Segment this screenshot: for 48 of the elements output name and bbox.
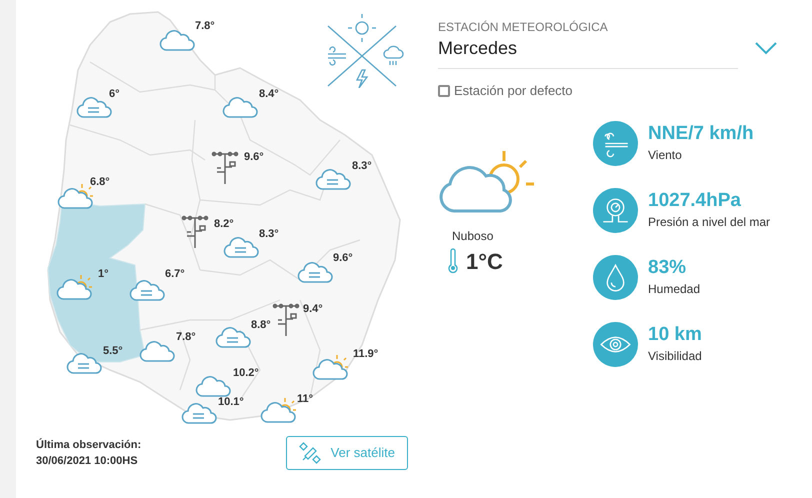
stat-value: 83%: [648, 256, 688, 280]
wind-icon: [593, 120, 638, 166]
station-name[interactable]: Mercedes: [438, 36, 738, 60]
satellite-icon: [298, 442, 321, 464]
stat-label: Presión a nivel del mar: [648, 214, 770, 231]
temperature-label: 7.8°: [176, 332, 196, 343]
water-drop-icon: [593, 254, 638, 300]
temperature-label: 5.5°: [103, 346, 123, 357]
weather-station-icon: [210, 151, 240, 185]
stat-label: Humedad: [648, 281, 700, 298]
temperature-label: 9.4°: [303, 304, 323, 315]
stat-value: 10 km: [648, 323, 702, 347]
temperature-label: 7.8°: [195, 21, 215, 32]
partly-sunny-icon: [259, 396, 297, 424]
temperature-label: 1°: [98, 269, 109, 280]
temperature-label: 8.8°: [251, 320, 271, 331]
temperature-label: 8.4°: [259, 89, 279, 100]
temperature-label: 6.8°: [90, 177, 110, 188]
weather-station-icon: [271, 303, 301, 337]
eye-icon: [593, 322, 638, 366]
observation-time: 30/06/2021 10:00HS: [36, 454, 139, 469]
temperature-label: 9.6°: [333, 253, 353, 264]
gauge-icon: [593, 188, 638, 232]
temperature-label: 10.1°: [218, 397, 244, 408]
stat-value: 1027.4hPa: [648, 189, 742, 213]
partly-sunny-icon: [55, 273, 93, 301]
temperature-label: 6.7°: [165, 269, 185, 280]
condition-label: Nuboso: [452, 228, 494, 244]
temperature-label: 9.6°: [244, 152, 264, 163]
thermometer-icon: [448, 248, 458, 274]
checkbox-label: Estación por defecto: [454, 82, 573, 100]
station-label: ESTACIÓN METEOROLÓGICA: [438, 19, 609, 36]
stat-value: NNE/7 km/h: [648, 122, 754, 146]
stat-label: Viento: [648, 147, 683, 164]
temperature-label: 8.2°: [214, 219, 234, 230]
stat-label: Visibilidad: [648, 348, 702, 365]
temperature-label: 11°: [297, 394, 314, 405]
chevron-down-icon[interactable]: [754, 41, 778, 55]
partly-sunny-icon: [311, 353, 349, 381]
temperature-label: 6°: [109, 89, 120, 100]
temperature-label: 11.9°: [353, 349, 378, 360]
observation-label: Última observación:: [36, 437, 142, 453]
temperature-label: 10.2°: [233, 368, 259, 379]
temperature-label: 8.3°: [352, 161, 372, 172]
temperature-label: 8.3°: [259, 229, 279, 240]
temperature-value: 1°C: [466, 248, 503, 276]
weather-station-icon: [180, 215, 210, 249]
checkbox[interactable]: [438, 84, 450, 97]
